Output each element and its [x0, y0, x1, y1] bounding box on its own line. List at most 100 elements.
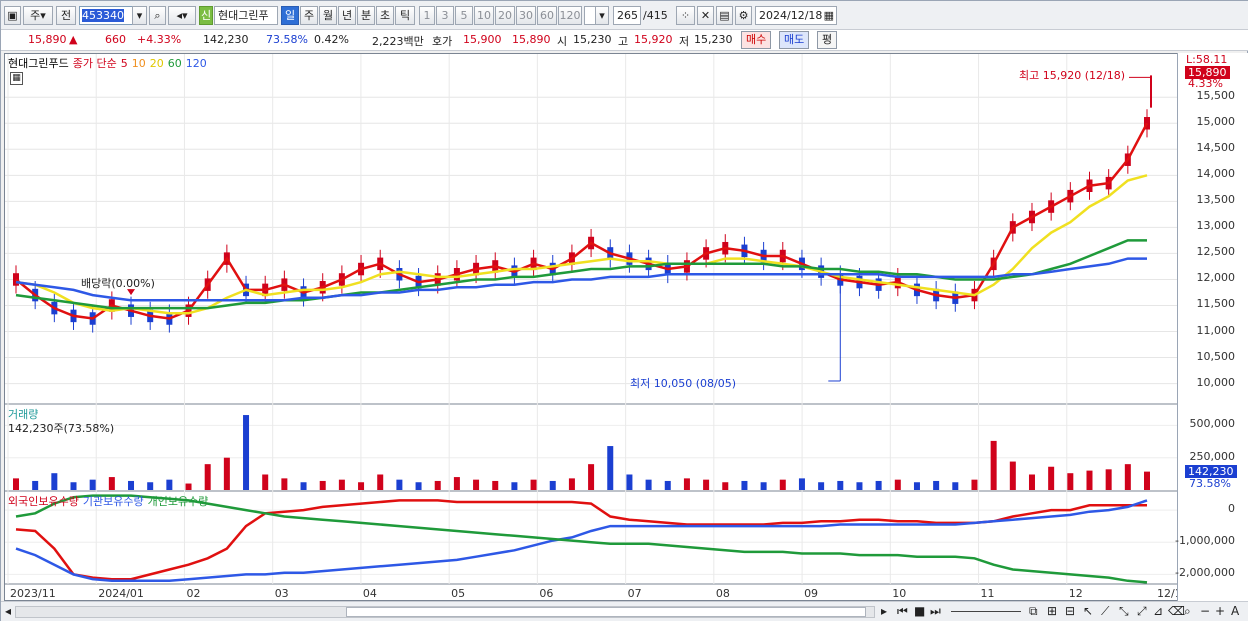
price-change-pct: +4.33% — [137, 33, 182, 46]
x-tick-label: 04 — [363, 587, 377, 600]
volume-bar — [128, 480, 135, 490]
fibo-icon[interactable]: ⤡ — [1119, 604, 1129, 619]
volume-bar — [262, 474, 269, 490]
legend-stock-name: 현대그린푸드 — [8, 57, 69, 70]
tab-period-minute[interactable]: 분 — [357, 6, 375, 25]
volume-ratio: 73.58% — [266, 33, 308, 46]
x-tick-label: 2024/01 — [98, 587, 144, 600]
zoom-slider[interactable] — [951, 604, 1021, 612]
volume-bar — [13, 478, 19, 490]
tab-period-day[interactable]: 일 — [281, 6, 299, 25]
forward-icon[interactable]: ⏭ — [930, 604, 941, 619]
y-tick-label: 15,500 — [1196, 89, 1236, 103]
code-dropdown-icon[interactable]: ▾ — [132, 6, 147, 25]
interval-1[interactable]: 1 — [419, 6, 435, 25]
zoom-icon[interactable]: ⌕ — [1184, 604, 1191, 619]
trade-amount: 2,223백만 — [372, 35, 424, 48]
buy-button[interactable]: 매수 — [741, 31, 772, 49]
interval-5[interactable]: 5 — [455, 6, 473, 25]
zoom-in-icon[interactable]: + — [1215, 604, 1225, 618]
sell-button[interactable]: 매도 — [779, 31, 810, 49]
x-tick-label: 06 — [539, 587, 553, 600]
compare-icon[interactable]: ⊟ — [1065, 604, 1075, 618]
chart-area[interactable]: 2023/112024/01020304050607080910111212/1… — [4, 53, 1248, 601]
grid-icon[interactable]: ⁘ — [676, 6, 695, 25]
date-field[interactable]: 2024/12/18 ▦ — [755, 6, 837, 25]
rewind-icon[interactable]: ⏮ — [897, 604, 908, 619]
zoom-out-icon[interactable]: − — [1200, 604, 1210, 618]
y-tick-label: 10,000 — [1196, 375, 1236, 389]
bid-price: 15,890 — [512, 33, 551, 46]
volume-bar — [683, 478, 690, 490]
speaker-icon[interactable]: ◂▾ — [168, 6, 196, 25]
shape-icon[interactable]: ⊿ — [1153, 604, 1163, 618]
volume-bar — [703, 479, 710, 490]
y-tick-label: 14,000 — [1196, 167, 1236, 181]
tab-period-year[interactable]: 년 — [338, 6, 356, 25]
interval-120[interactable]: 120 — [558, 6, 582, 25]
holdings-line-0 — [15, 499, 1147, 581]
stop-icon[interactable]: ■ — [914, 604, 925, 618]
y-tick-label: 14,500 — [1196, 141, 1236, 155]
layout-icon[interactable]: ⧉ — [1029, 604, 1038, 619]
high-annotation: 최고 15,920 (12/18) — [1019, 69, 1126, 82]
interval-10[interactable]: 10 — [474, 6, 494, 25]
tab-period-second[interactable]: 초 — [376, 6, 394, 25]
window-split-icon[interactable]: ⊞ — [1047, 604, 1057, 618]
tab-period-month[interactable]: 월 — [319, 6, 337, 25]
count-total: /415 — [643, 9, 668, 22]
tab-period-tick[interactable]: 틱 — [395, 6, 415, 25]
volume-bar — [1144, 471, 1150, 490]
volume-bar — [300, 482, 307, 490]
window-icon[interactable]: ▣ — [4, 6, 21, 25]
interval-dropdown-icon[interactable]: ▾ — [595, 6, 609, 25]
horizontal-scrollbar[interactable] — [15, 606, 875, 618]
volume-bar — [1086, 470, 1093, 490]
price-change: 660 — [105, 33, 126, 46]
cross-icon[interactable]: ✕ — [697, 6, 714, 25]
eraser-icon[interactable]: ⌫ — [1168, 604, 1185, 618]
save-icon[interactable]: ▤ — [716, 6, 733, 25]
gear-icon[interactable]: ⚙ — [735, 6, 752, 25]
volume-bar — [492, 480, 499, 490]
scroll-right-icon[interactable]: ▸ — [881, 604, 887, 618]
x-tick-label: 07 — [628, 587, 642, 600]
period-type-select[interactable]: 주▾ — [23, 6, 53, 25]
high-label: 고 — [618, 35, 629, 48]
chart-svg: 2023/11 2024/01 02 03 04 05 06 07 08 09 10 11 12 12/1… — [5, 54, 1177, 600]
y-tick-label: 11,500 — [1196, 297, 1236, 311]
interval-30[interactable]: 30 — [516, 6, 536, 25]
draw-line-icon[interactable]: ⟋ — [1101, 604, 1109, 619]
interval-60[interactable]: 60 — [537, 6, 557, 25]
open-label: 시 — [557, 35, 568, 48]
holdings-tick-label: 0 — [1228, 502, 1235, 516]
scroll-left-icon[interactable]: ◂ — [5, 604, 11, 618]
price-badge: 15,890 — [1185, 66, 1230, 79]
search-icon[interactable]: ⌕ — [149, 6, 166, 25]
volume-bar — [415, 482, 422, 490]
holdings-tick-label: -2,000,000 — [1175, 566, 1235, 580]
text-tool-icon[interactable]: A — [1231, 604, 1239, 618]
volume-bar — [856, 482, 863, 490]
x-tick-label: 2023/11 — [10, 587, 56, 600]
volume-bar — [645, 479, 652, 490]
volume-bar — [530, 479, 537, 490]
interval-3[interactable]: 3 — [436, 6, 454, 25]
trend-line-icon[interactable]: ↖ — [1083, 604, 1093, 618]
tab-period-week[interactable]: 주 — [300, 6, 318, 25]
volume-bar — [1105, 469, 1112, 490]
calculator-icon[interactable]: ▦ — [10, 72, 23, 85]
volume-bar — [722, 482, 729, 490]
channel-icon[interactable]: ⤢ — [1137, 604, 1147, 619]
scrollbar-thumb[interactable] — [346, 607, 866, 617]
calendar-icon[interactable]: ▦ — [824, 7, 834, 24]
date-value: 2024/12/18 — [759, 9, 823, 22]
legend-ma20: 20 — [149, 57, 164, 70]
eval-button[interactable]: 평 — [817, 31, 838, 49]
prev-button[interactable]: 전 — [56, 6, 76, 25]
interval-20[interactable]: 20 — [495, 6, 515, 25]
volume-bar — [626, 474, 633, 490]
stock-name-field[interactable]: 현대그린푸 — [214, 6, 278, 25]
volume-bar — [1028, 474, 1035, 490]
count-input[interactable]: 265 — [613, 6, 641, 25]
